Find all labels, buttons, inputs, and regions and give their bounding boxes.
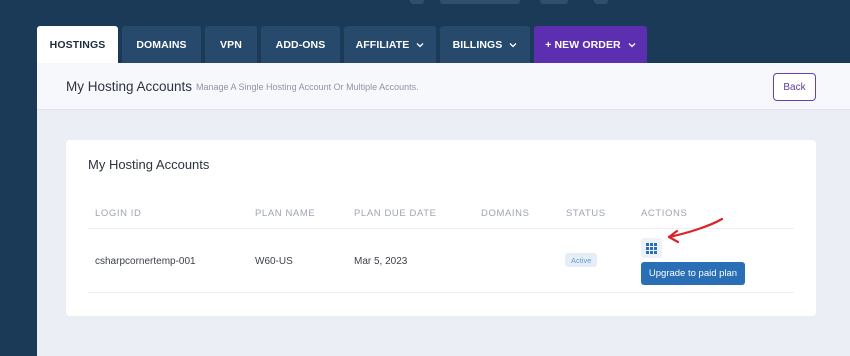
column-header-status: STATUS (566, 208, 606, 219)
tab-label: VPN (220, 39, 242, 51)
tab-billings[interactable]: BILLINGS (440, 26, 530, 64)
top-bar-fragment (410, 0, 424, 4)
tab-label: + NEW ORDER (545, 39, 621, 51)
tab-add-ons[interactable]: ADD-ONS (261, 26, 340, 64)
top-bar-fragment (594, 0, 608, 4)
status-badge: Active (565, 253, 598, 267)
column-header-plan-due-date: PLAN DUE DATE (354, 208, 437, 219)
column-header-login-id: LOGIN ID (95, 208, 142, 219)
back-button[interactable]: Back (773, 73, 816, 101)
upgrade-plan-button[interactable]: Upgrade to paid plan (641, 262, 745, 285)
top-bar-fragment (440, 0, 520, 4)
cell-plan-name: W60-US (255, 256, 293, 267)
chevron-down-icon (509, 41, 517, 49)
column-header-plan-name: PLAN NAME (255, 208, 316, 219)
tab-vpn[interactable]: VPN (205, 26, 257, 64)
tab-domains[interactable]: DOMAINS (122, 26, 201, 64)
card-title: My Hosting Accounts (88, 157, 210, 172)
column-header-domains: DOMAINS (481, 208, 530, 219)
table-divider (88, 292, 794, 293)
tab-new-order[interactable]: + NEW ORDER (534, 26, 647, 64)
tab-label: HOSTINGS (49, 39, 106, 51)
chevron-down-icon (628, 41, 636, 49)
annotation-arrow-icon (667, 217, 724, 244)
panel-header: My Hosting Accounts Manage A Single Host… (37, 63, 850, 110)
page-subtitle: Manage A Single Hosting Account Or Multi… (196, 82, 419, 92)
tab-affiliate[interactable]: AFFILIATE (344, 26, 436, 64)
tab-label: ADD-ONS (275, 39, 326, 51)
tab-label: AFFILIATE (355, 39, 410, 51)
cell-login-id: csharpcornertemp-001 (95, 256, 196, 267)
tab-hostings[interactable]: HOSTINGS (37, 26, 118, 64)
hosting-panel: My Hosting Accounts Manage A Single Host… (37, 63, 850, 356)
grid-icon (646, 242, 657, 254)
tab-label: BILLINGS (452, 39, 503, 51)
cell-due-date: Mar 5, 2023 (354, 256, 408, 267)
page-title: My Hosting Accounts (66, 79, 193, 94)
top-bar-fragment (540, 0, 568, 4)
tab-label: DOMAINS (136, 39, 187, 51)
chevron-down-icon (416, 41, 424, 49)
